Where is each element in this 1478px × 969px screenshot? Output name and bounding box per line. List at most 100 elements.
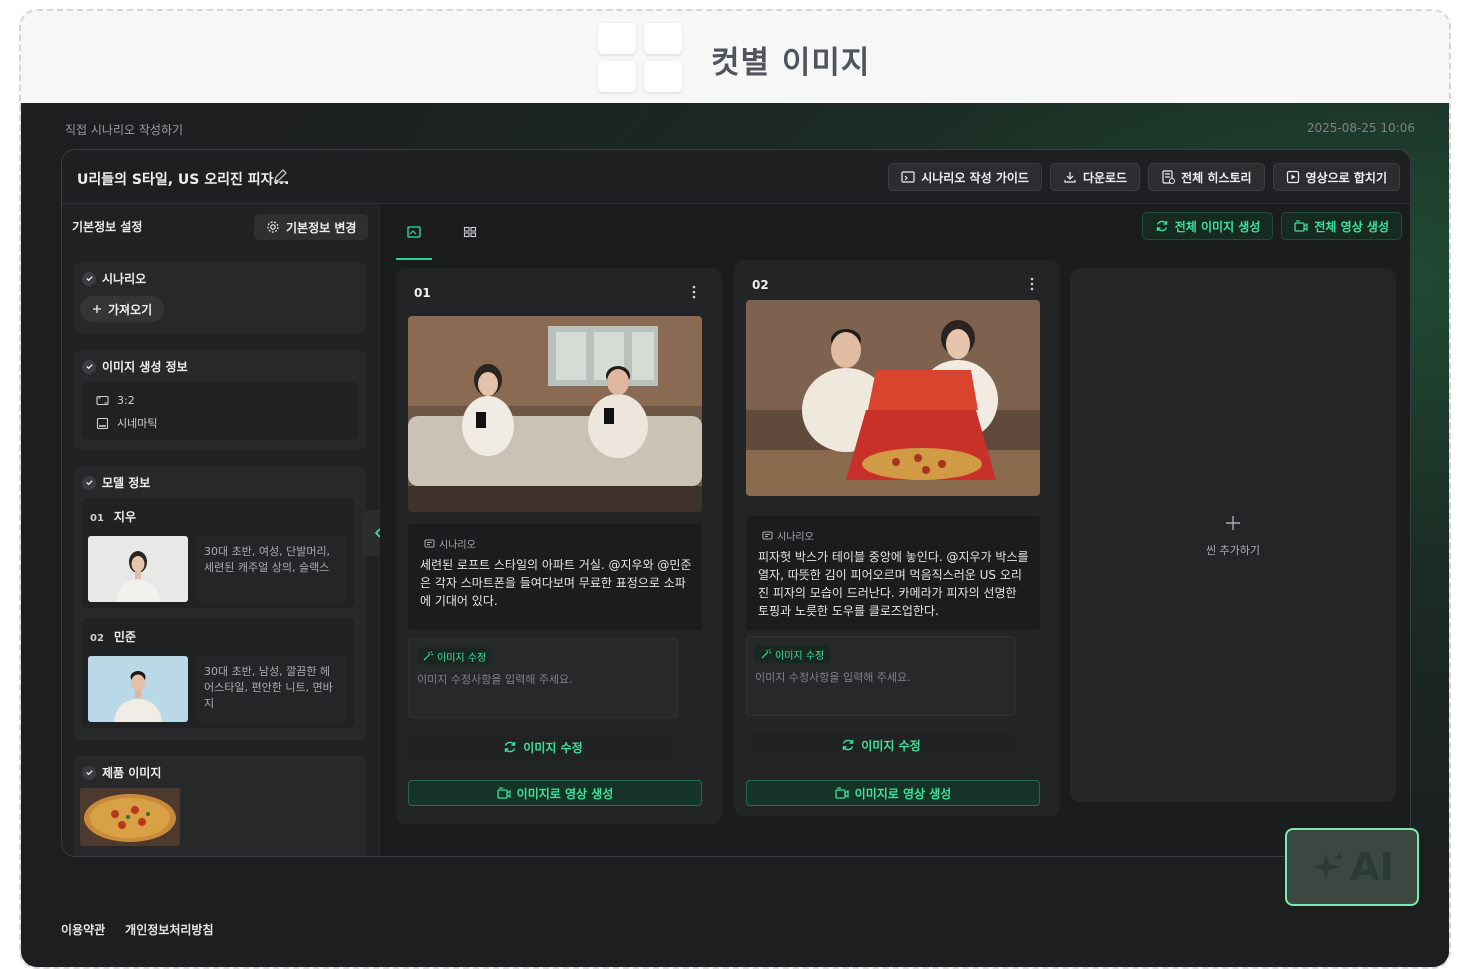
scenario-box: 시나리오 세련된 로프트 스타일의 아파트 거실. @지우와 @민준은 각자 스… bbox=[408, 524, 702, 630]
play-icon bbox=[1286, 170, 1299, 184]
footer-links: 이용약관 개인정보처리방침 bbox=[61, 921, 214, 938]
sidebar-heading: 기본정보 설정 bbox=[72, 220, 143, 234]
download-button[interactable]: 다운로드 bbox=[1049, 163, 1141, 191]
grid-view-icon bbox=[463, 226, 477, 238]
model-number: 01 bbox=[90, 513, 104, 524]
model-info-title: 모델 정보 bbox=[102, 476, 151, 490]
check-icon bbox=[82, 475, 96, 490]
tab-single-view[interactable] bbox=[396, 216, 432, 260]
scenario-guide-label: 시나리오 작성 가이드 bbox=[921, 170, 1029, 185]
image-style-value: 시네마틱 bbox=[117, 417, 158, 430]
refresh-icon bbox=[1156, 220, 1167, 232]
check-icon bbox=[82, 359, 96, 374]
image-info-section: 이미지 생성 정보 3:2 시네마틱 bbox=[74, 350, 366, 450]
image-edit-tag-label: 이미지 수정 bbox=[437, 652, 487, 664]
more-menu-icon[interactable] bbox=[686, 284, 702, 300]
model-photo bbox=[88, 656, 188, 722]
add-scene-card[interactable]: 씬 추가하기 bbox=[1070, 268, 1396, 802]
image-to-video-button[interactable]: 이미지로 영상 생성 bbox=[408, 780, 702, 806]
magic-wand-icon bbox=[423, 651, 433, 661]
scenario-icon bbox=[762, 531, 773, 540]
image-edit-input[interactable]: 이미지 수정 이미지 수정사항을 입력해 주세요. bbox=[746, 636, 1016, 716]
image-info-box: 3:2 시네마틱 bbox=[82, 382, 358, 440]
history-icon bbox=[1162, 170, 1176, 184]
project-title: U리들의 S타일, US 오리진 피자... bbox=[77, 172, 290, 188]
model-number: 02 bbox=[90, 633, 104, 644]
scenario-guide-button[interactable]: 시나리오 작성 가이드 bbox=[888, 163, 1042, 191]
sparkle-icon bbox=[1312, 852, 1345, 881]
download-icon bbox=[1064, 172, 1076, 183]
image-edit-tag: 이미지 수정 bbox=[755, 645, 831, 663]
model-photo bbox=[88, 536, 188, 602]
video-generate-icon bbox=[1294, 220, 1308, 232]
scenario-label: 시나리오 bbox=[439, 540, 476, 551]
model-card[interactable]: 01 지우 30대 초반, 여성, 단발머리, 세련된 캐주얼 상의, 슬랙스 bbox=[82, 498, 354, 608]
ai-assistant-button[interactable]: AI bbox=[1285, 828, 1419, 906]
ai-label: AI bbox=[1350, 845, 1394, 889]
scenario-label: 시나리오 bbox=[777, 532, 814, 543]
more-menu-icon[interactable] bbox=[1024, 276, 1040, 292]
scenario-box: 시나리오 피자헛 박스가 테이블 중앙에 놓인다. @지우가 박스를 열자, 따… bbox=[746, 516, 1040, 630]
aspect-ratio-value: 3:2 bbox=[117, 394, 135, 407]
aspect-ratio-icon bbox=[96, 395, 109, 406]
image-edit-tag: 이미지 수정 bbox=[417, 647, 493, 665]
magic-wand-icon bbox=[761, 649, 771, 659]
model-name: 민준 bbox=[113, 630, 137, 644]
history-button[interactable]: 전체 히스토리 bbox=[1148, 163, 1265, 191]
add-scene-label: 씬 추가하기 bbox=[1205, 544, 1261, 557]
tab-grid-view[interactable] bbox=[452, 216, 488, 248]
image-edit-button[interactable]: 이미지 수정 bbox=[408, 734, 678, 760]
scenario-section: 시나리오 가져오기 bbox=[74, 262, 366, 334]
check-icon bbox=[82, 765, 96, 780]
image-edit-button[interactable]: 이미지 수정 bbox=[746, 732, 1016, 758]
refresh-icon bbox=[843, 739, 854, 751]
model-description: 30대 초반, 남성, 깔끔한 헤어스타일, 편안한 니트, 면바지 bbox=[196, 656, 346, 722]
app-window: 직접 시나리오 작성하기 2025-08-25 10:06 U리들의 S타일, … bbox=[21, 103, 1449, 967]
product-title: 제품 이미지 bbox=[102, 766, 162, 780]
image-edit-input[interactable]: 이미지 수정 이미지 수정사항을 입력해 주세요. bbox=[408, 638, 678, 718]
image-edit-tag-label: 이미지 수정 bbox=[775, 650, 825, 662]
scene-card: 02 시나리오 피자헛 박스가 테이블 중앙에 놓인다. @지우가 박스를 열자… bbox=[734, 260, 1060, 816]
product-image[interactable] bbox=[80, 788, 180, 846]
terminal-icon bbox=[901, 171, 915, 183]
editor-panel: U리들의 S타일, US 오리진 피자... 시나리오 작성 가이드 다운로드 … bbox=[61, 149, 1411, 857]
change-info-button[interactable]: 기본정보 변경 bbox=[254, 214, 369, 240]
import-button[interactable]: 가져오기 bbox=[80, 296, 165, 322]
image-to-video-button[interactable]: 이미지로 영상 생성 bbox=[746, 780, 1040, 806]
image-edit-button-label: 이미지 수정 bbox=[523, 740, 583, 755]
generate-all-images-label: 전체 이미지 생성 bbox=[1174, 219, 1261, 234]
image-info-title: 이미지 생성 정보 bbox=[102, 360, 188, 374]
image-to-video-label: 이미지로 영상 생성 bbox=[516, 786, 614, 801]
download-label: 다운로드 bbox=[1082, 170, 1128, 185]
breadcrumb: 직접 시나리오 작성하기 bbox=[65, 123, 184, 137]
timestamp: 2025-08-25 10:06 bbox=[1306, 121, 1415, 135]
merge-video-button[interactable]: 영상으로 합치기 bbox=[1272, 163, 1400, 191]
gear-icon bbox=[267, 221, 279, 233]
generate-all-videos-label: 전체 영상 생성 bbox=[1314, 219, 1389, 234]
generate-all-images-button[interactable]: 전체 이미지 생성 bbox=[1141, 212, 1274, 240]
image-edit-placeholder: 이미지 수정사항을 입력해 주세요. bbox=[755, 671, 911, 684]
generate-all-videos-button[interactable]: 전체 영상 생성 bbox=[1281, 212, 1402, 240]
model-description: 30대 초반, 여성, 단발머리, 세련된 캐주얼 상의, 슬랙스 bbox=[196, 536, 346, 602]
image-to-video-label: 이미지로 영상 생성 bbox=[854, 786, 952, 801]
header-band: 컷별 이미지 bbox=[21, 11, 1449, 103]
pencil-icon[interactable] bbox=[272, 168, 288, 184]
video-generate-icon bbox=[835, 787, 849, 799]
scenario-icon bbox=[424, 539, 435, 548]
plus-icon bbox=[1226, 516, 1240, 530]
product-section: 제품 이미지 bbox=[74, 756, 366, 856]
privacy-link[interactable]: 개인정보처리방침 bbox=[125, 921, 213, 938]
terms-link[interactable]: 이용약관 bbox=[61, 921, 105, 938]
scenario-title: 시나리오 bbox=[102, 272, 147, 286]
scenario-text: 피자헛 박스가 테이블 중앙에 놓인다. @지우가 박스를 열자, 따뜻한 김이… bbox=[758, 550, 1029, 618]
scenario-text: 세련된 로프트 스타일의 아파트 거실. @지우와 @민준은 각자 스마트폰을 … bbox=[420, 558, 692, 608]
model-card[interactable]: 02 민준 30대 초반, 남성, 깔끔한 헤어스타일, 편안한 니트, 면바지 bbox=[82, 618, 354, 728]
screenshot-frame: 컷별 이미지 직접 시나리오 작성하기 2025-08-25 10:06 U리들… bbox=[19, 9, 1451, 969]
plus-icon bbox=[93, 305, 101, 313]
image-style-icon bbox=[96, 417, 109, 429]
scene-card: 01 시나리오 세련된 로프트 스타일의 아파트 거실. @지우와 @민준은 각… bbox=[396, 268, 722, 824]
check-icon bbox=[82, 271, 96, 286]
video-generate-icon bbox=[497, 787, 511, 799]
scene-image[interactable] bbox=[746, 300, 1040, 496]
scene-image[interactable] bbox=[408, 316, 702, 512]
